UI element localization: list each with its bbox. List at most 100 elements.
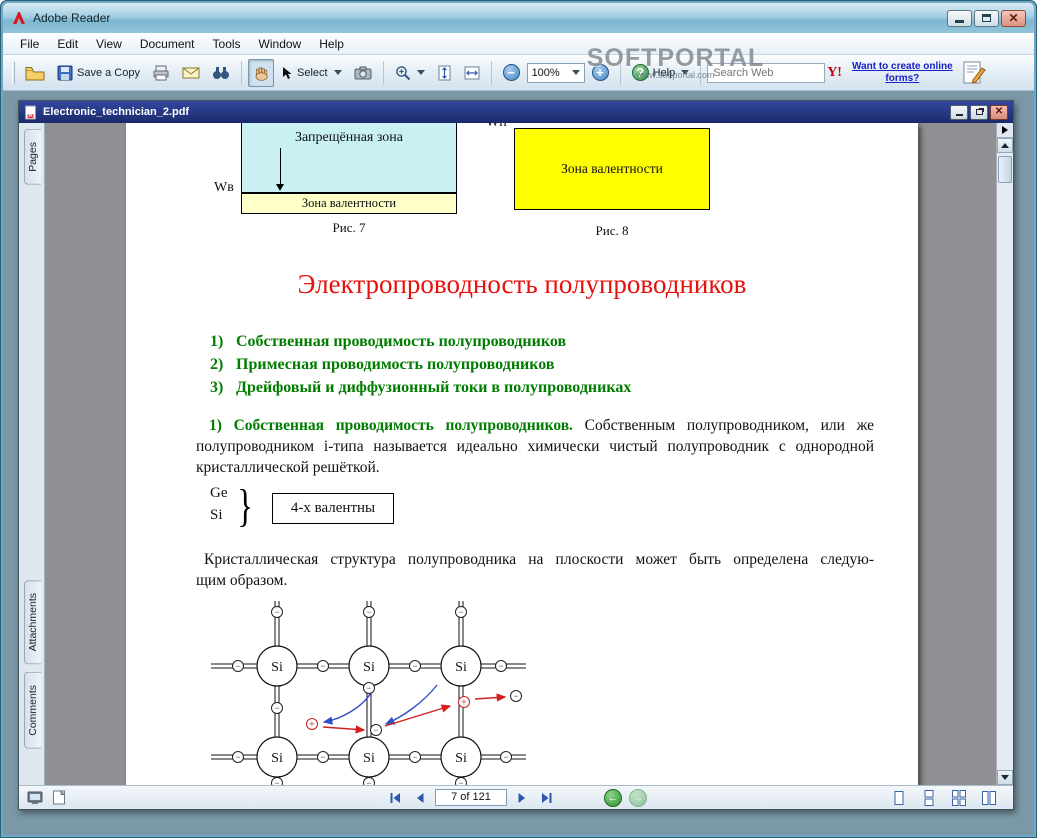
element-ge-label: Ge — [210, 485, 228, 501]
document-close-button[interactable]: ✕ — [990, 104, 1008, 120]
triangle-up-icon — [1001, 143, 1009, 148]
menu-item-file[interactable]: File — [11, 34, 48, 54]
toolbar-separator — [490, 60, 492, 85]
zoom-level-combo[interactable]: 100% — [526, 62, 585, 83]
fig8-valence-zone-box: Зона валентности — [514, 128, 710, 210]
fit-height-icon — [437, 65, 452, 81]
menu-item-help[interactable]: Help — [310, 34, 353, 54]
first-page-button[interactable] — [387, 790, 405, 806]
scrollbar-down-button[interactable] — [997, 770, 1013, 785]
save-a-copy-button[interactable]: Save a Copy — [52, 59, 145, 87]
fit-width-button[interactable] — [459, 59, 485, 87]
zoom-out-icon: − — [502, 64, 520, 81]
svg-text:−: − — [320, 752, 325, 762]
previous-page-button[interactable] — [411, 790, 429, 806]
continuous-pages-icon — [924, 789, 934, 806]
continuous-layout-button[interactable] — [919, 789, 939, 807]
outline-item-number: 1) — [210, 333, 224, 350]
pdf-page: Запрещённая зона Зона валентности Wв Рис… — [126, 123, 918, 785]
binoculars-icon — [212, 65, 230, 80]
triangle-down-icon — [1001, 775, 1009, 780]
create-forms-link-line2: forms? — [885, 72, 920, 84]
close-button[interactable]: ✕ — [1001, 9, 1026, 27]
fig7-forbidden-zone-box: Запрещённая зона — [241, 123, 457, 193]
howto-pane-expand-button[interactable] — [997, 123, 1013, 138]
help-label: Help — [652, 66, 676, 79]
toolbar-separator — [619, 60, 621, 85]
page-view-mode-button[interactable] — [25, 789, 45, 807]
zoom-out-button[interactable]: − — [498, 59, 525, 87]
svg-text:Si: Si — [363, 751, 375, 766]
chevron-down-icon — [416, 70, 425, 75]
next-page-icon — [518, 792, 525, 803]
menu-item-edit[interactable]: Edit — [48, 34, 87, 54]
chevron-down-icon — [681, 70, 690, 75]
continuous-facing-icon — [952, 789, 966, 806]
minimize-button[interactable] — [947, 9, 972, 27]
svg-text:Si: Si — [455, 751, 467, 766]
create-forms-link[interactable]: Want to create online forms? — [852, 61, 953, 85]
next-view-button[interactable]: → — [629, 788, 647, 807]
open-folder-icon — [25, 65, 45, 81]
monitor-icon — [27, 791, 43, 804]
page-indicator[interactable]: 7 of 121 — [435, 789, 507, 806]
last-page-button[interactable] — [537, 790, 555, 806]
svg-text:−: − — [412, 752, 417, 762]
last-page-icon — [542, 792, 552, 803]
floppy-disk-icon — [57, 65, 73, 81]
scrollbar-thumb[interactable] — [998, 156, 1012, 183]
pdf-document-window: Electronic_technician_2.pdf ✕ Pages Atta… — [18, 100, 1014, 810]
svg-text:−: − — [320, 661, 325, 671]
toolbar-separator — [240, 60, 242, 85]
svg-text:−: − — [458, 607, 463, 617]
single-page-layout-button[interactable] — [889, 789, 909, 807]
adobe-logo-icon — [11, 10, 27, 26]
right-column — [996, 123, 1013, 785]
actual-size-button[interactable] — [432, 59, 457, 87]
svg-text:−: − — [366, 683, 371, 693]
fig7-wb-label: Wв — [214, 180, 234, 195]
document-title: Electronic_technician_2.pdf — [43, 106, 190, 118]
tab-attachments[interactable]: Attachments — [24, 579, 41, 665]
open-button[interactable] — [20, 59, 50, 87]
zoom-tool-button[interactable] — [390, 59, 430, 87]
page-size-button[interactable] — [49, 789, 69, 807]
topic-outline: 1) Собственная проводимость полупроводни… — [210, 333, 631, 402]
snapshot-button[interactable] — [349, 59, 377, 87]
search-button[interactable] — [207, 59, 235, 87]
valence-box: 4-х валентны — [272, 493, 394, 524]
page-icon — [53, 790, 66, 805]
document-canvas[interactable]: Запрещённая зона Зона валентности Wв Рис… — [45, 123, 996, 785]
scrollbar-up-button[interactable] — [997, 138, 1013, 153]
svg-text:−: − — [235, 752, 240, 762]
tab-pages[interactable]: Pages — [24, 129, 41, 185]
scrollbar-track[interactable] — [997, 153, 1013, 770]
help-button[interactable]: ? Help — [627, 59, 695, 87]
paragraph-intrinsic-conductivity: 1) Собственная проводимость полупроводни… — [196, 415, 874, 478]
hand-tool-button[interactable] — [247, 58, 274, 87]
document-minimize-button[interactable] — [950, 104, 968, 120]
paragraph-lead: 1) Собственная проводимость полупроводни… — [209, 417, 573, 434]
menu-item-tools[interactable]: Tools — [204, 34, 250, 54]
print-button[interactable] — [147, 59, 175, 87]
svg-text:+: + — [461, 698, 467, 709]
menu-item-window[interactable]: Window — [250, 34, 311, 54]
paragraph-crystal-structure: Кристаллическая структура полупроводника… — [196, 549, 874, 591]
previous-view-button[interactable]: ← — [604, 788, 622, 807]
facing-layout-button[interactable] — [979, 789, 999, 807]
navigation-tabstrip: Pages Attachments Comments — [19, 123, 45, 785]
tab-comments[interactable]: Comments — [24, 672, 41, 749]
document-restore-button[interactable] — [970, 104, 988, 120]
continuous-facing-layout-button[interactable] — [949, 789, 969, 807]
menu-item-view[interactable]: View — [87, 34, 131, 54]
email-button[interactable] — [177, 59, 205, 87]
search-web-input[interactable] — [707, 62, 826, 83]
svg-text:+: + — [309, 720, 315, 731]
pdf-file-icon — [24, 105, 38, 120]
select-tool-button[interactable]: Select — [276, 59, 347, 87]
menu-item-document[interactable]: Document — [131, 34, 204, 54]
zoom-in-button[interactable]: + — [587, 59, 614, 87]
maximize-button[interactable] — [974, 9, 999, 27]
paragraph-line: Кристаллическая структура полупроводника… — [204, 551, 874, 568]
next-page-button[interactable] — [513, 790, 531, 806]
